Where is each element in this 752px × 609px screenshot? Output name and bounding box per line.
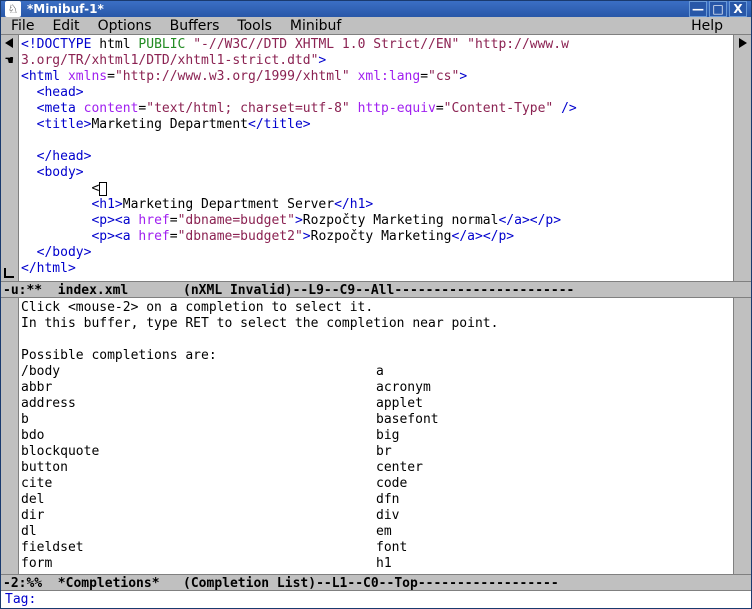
minimize-button[interactable]: — bbox=[689, 1, 707, 17]
editor-buffer[interactable]: <!DOCTYPE html PUBLIC "-//W3C//DTD XHTML… bbox=[19, 35, 733, 281]
menubar: File Edit Options Buffers Tools Minibuf … bbox=[1, 17, 751, 35]
completion-item[interactable]: bdo bbox=[21, 428, 376, 444]
text-cursor bbox=[99, 182, 107, 196]
completion-item[interactable]: center bbox=[376, 460, 731, 476]
completions-heading: Possible completions are: bbox=[21, 348, 217, 363]
completions-grid: /bodya abbracronym addressapplet bbasefo… bbox=[21, 364, 731, 572]
completion-item[interactable]: dl bbox=[21, 524, 376, 540]
right-fringe-bottom bbox=[733, 298, 751, 574]
completions-buffer[interactable]: Click <mouse-2> on a completion to selec… bbox=[19, 298, 733, 574]
completion-item[interactable]: applet bbox=[376, 396, 731, 412]
menu-edit[interactable]: Edit bbox=[52, 18, 79, 34]
maximize-button[interactable]: □ bbox=[709, 1, 727, 17]
window-title: *Minibuf-1* bbox=[27, 2, 689, 16]
arrow-icon: ☚ bbox=[5, 54, 13, 68]
completions-intro2: In this buffer, type RET to select the c… bbox=[21, 316, 498, 331]
completion-item[interactable]: br bbox=[376, 444, 731, 460]
completion-item[interactable]: b bbox=[21, 412, 376, 428]
modeline-bottom[interactable]: -2:%% *Completions* (Completion List)--L… bbox=[1, 574, 751, 591]
completion-item[interactable]: form bbox=[21, 556, 376, 572]
completions-intro1: Click <mouse-2> on a completion to selec… bbox=[21, 300, 373, 315]
right-fringe bbox=[733, 35, 751, 281]
app-icon: ♘ bbox=[5, 1, 21, 17]
close-button[interactable]: X bbox=[729, 1, 747, 17]
left-fringe-bottom bbox=[1, 298, 19, 574]
completion-item[interactable]: dir bbox=[21, 508, 376, 524]
continuation-right-icon bbox=[739, 38, 747, 48]
completion-item[interactable]: h1 bbox=[376, 556, 731, 572]
completion-item[interactable]: /body bbox=[21, 364, 376, 380]
completion-item[interactable]: basefont bbox=[376, 412, 731, 428]
menu-file[interactable]: File bbox=[11, 18, 34, 34]
minibuffer-prompt: Tag: bbox=[5, 592, 44, 607]
left-fringe: ☚ bbox=[1, 35, 19, 281]
completion-item[interactable]: big bbox=[376, 428, 731, 444]
completion-item[interactable]: code bbox=[376, 476, 731, 492]
menu-tools[interactable]: Tools bbox=[237, 18, 272, 34]
titlebar[interactable]: ♘ *Minibuf-1* — □ X bbox=[1, 1, 751, 17]
menu-help[interactable]: Help bbox=[691, 18, 723, 34]
buffer-end-icon bbox=[4, 268, 14, 278]
workspace: ☚ <!DOCTYPE html PUBLIC "-//W3C//DTD XHT… bbox=[1, 35, 751, 608]
completion-item[interactable]: address bbox=[21, 396, 376, 412]
menu-minibuf[interactable]: Minibuf bbox=[290, 18, 341, 34]
completion-item[interactable]: button bbox=[21, 460, 376, 476]
editor-pane: ☚ <!DOCTYPE html PUBLIC "-//W3C//DTD XHT… bbox=[1, 35, 751, 281]
completion-item[interactable]: fieldset bbox=[21, 540, 376, 556]
completion-item[interactable]: dfn bbox=[376, 492, 731, 508]
completion-item[interactable]: cite bbox=[21, 476, 376, 492]
completion-item[interactable]: a bbox=[376, 364, 731, 380]
menu-options[interactable]: Options bbox=[98, 18, 152, 34]
modeline-top[interactable]: -u:** index.xml (nXML Invalid)--L9--C9--… bbox=[1, 281, 751, 298]
minibuffer[interactable]: Tag: bbox=[1, 591, 751, 608]
completion-item[interactable]: em bbox=[376, 524, 731, 540]
completions-pane: Click <mouse-2> on a completion to selec… bbox=[1, 298, 751, 574]
completion-item[interactable]: del bbox=[21, 492, 376, 508]
completion-item[interactable]: abbr bbox=[21, 380, 376, 396]
completion-item[interactable]: div bbox=[376, 508, 731, 524]
completion-item[interactable]: blockquote bbox=[21, 444, 376, 460]
completion-item[interactable]: font bbox=[376, 540, 731, 556]
continuation-left-icon bbox=[5, 38, 13, 48]
completion-item[interactable]: acronym bbox=[376, 380, 731, 396]
menu-buffers[interactable]: Buffers bbox=[170, 18, 220, 34]
app-window: ♘ *Minibuf-1* — □ X File Edit Options Bu… bbox=[0, 0, 752, 609]
